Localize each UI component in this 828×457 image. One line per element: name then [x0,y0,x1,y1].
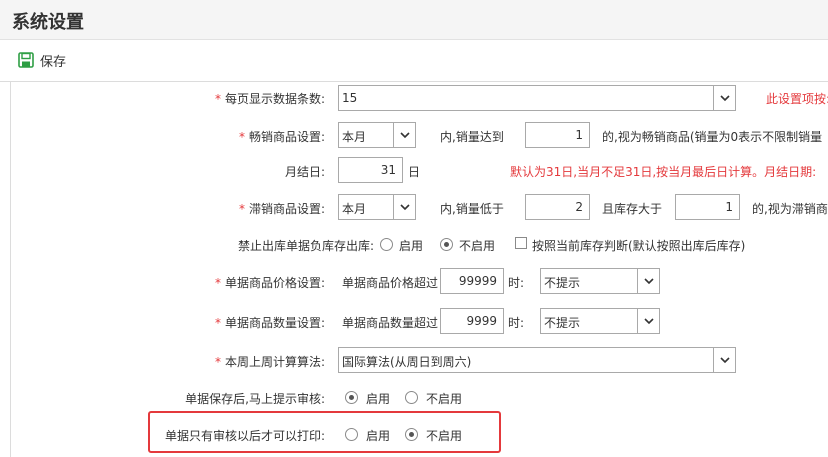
qty-check-action-value: 不提示 [544,316,581,330]
slow-goods-text3: 的,视为滞销商 [752,202,828,216]
price-check-text: 单据商品价格超过 [342,276,439,290]
print-after-audit-off-radio[interactable] [405,428,418,441]
negative-stock-label: 禁止出库单据负库存出库: [237,239,374,253]
page-size-select[interactable]: 15 [338,85,736,111]
month-end-day-input[interactable]: 31 [338,157,403,183]
hot-goods-label: * 畅销商品设置: [238,130,325,144]
print-after-audit-on-radio[interactable] [345,428,358,441]
hot-goods-period-value: 本月 [342,130,367,144]
hot-goods-text1: 内,销量达到 [440,130,504,144]
slow-goods-period-value: 本月 [342,202,367,216]
slow-goods-qty-input[interactable]: 2 [525,194,590,220]
hot-goods-period-select[interactable]: 本月 [338,122,416,148]
qty-check-unit: 时: [508,316,525,330]
chevron-down-icon [637,309,659,333]
audit-prompt-on-label: 启用 [366,392,391,406]
save-button[interactable]: 保存 [18,50,66,70]
qty-check-action-select[interactable]: 不提示 [540,308,660,334]
page-size-label: * 每页显示数据条数: [214,92,325,106]
page-size-value: 15 [342,91,358,105]
hot-goods-qty-input[interactable]: 1 [525,122,590,148]
month-end-label: 月结日: [284,165,325,179]
negative-stock-on-radio[interactable] [380,238,393,251]
chevron-down-icon [713,348,735,372]
negative-stock-off-label: 不启用 [459,239,496,253]
slow-goods-stock-input[interactable]: 1 [675,194,740,220]
qty-check-label: * 单据商品数量设置: [214,316,325,330]
negative-stock-off-radio[interactable] [440,238,453,251]
save-label: 保存 [40,54,67,70]
page-size-note: 此设置项按: [766,92,828,106]
chevron-down-icon [637,269,659,293]
price-check-action-select[interactable]: 不提示 [540,268,660,294]
week-calc-value: 国际算法(从周日到周六) [342,355,472,369]
audit-prompt-label: 单据保存后,马上提示审核: [185,392,325,406]
title-bar: 系统设置 [0,0,828,40]
price-check-action-value: 不提示 [544,276,581,290]
slow-goods-text1: 内,销量低于 [440,202,504,216]
print-after-audit-label: 单据只有审核以后才可以打印: [164,429,325,443]
slow-goods-period-select[interactable]: 本月 [338,194,416,220]
qty-check-text: 单据商品数量超过 [342,316,439,330]
price-check-input[interactable]: 99999 [440,268,504,294]
slow-goods-label: * 滞销商品设置: [238,202,325,216]
week-calc-select[interactable]: 国际算法(从周日到周六) [338,347,736,373]
audit-prompt-on-radio[interactable] [345,391,358,404]
chevron-down-icon [713,86,735,110]
negative-stock-on-label: 启用 [399,239,424,253]
print-after-audit-on-label: 启用 [366,429,391,443]
audit-prompt-off-label: 不启用 [426,392,463,406]
chevron-down-icon [393,195,415,219]
qty-check-input[interactable]: 9999 [440,308,504,334]
current-stock-checkbox[interactable] [515,237,527,249]
page-title: 系统设置 [12,12,84,33]
month-end-note: 默认为31日,当月不足31日,按当月最后日计算。月结日期: [510,165,817,179]
month-end-unit: 日 [408,165,421,179]
price-check-label: * 单据商品价格设置: [214,276,325,290]
hot-goods-text2: 的,视为畅销商品(销量为0表示不限制销量 [602,130,823,144]
audit-prompt-off-radio[interactable] [405,391,418,404]
week-calc-label: * 本周上周计算算法: [214,355,325,369]
toolbar: 保存 [0,40,828,82]
price-check-unit: 时: [508,276,525,290]
save-icon [18,52,34,68]
print-after-audit-off-label: 不启用 [426,429,463,443]
chevron-down-icon [393,123,415,147]
slow-goods-text2: 且库存大于 [602,202,663,216]
current-stock-check-label: 按照当前库存判断(默认按照出库后库存) [532,239,746,253]
